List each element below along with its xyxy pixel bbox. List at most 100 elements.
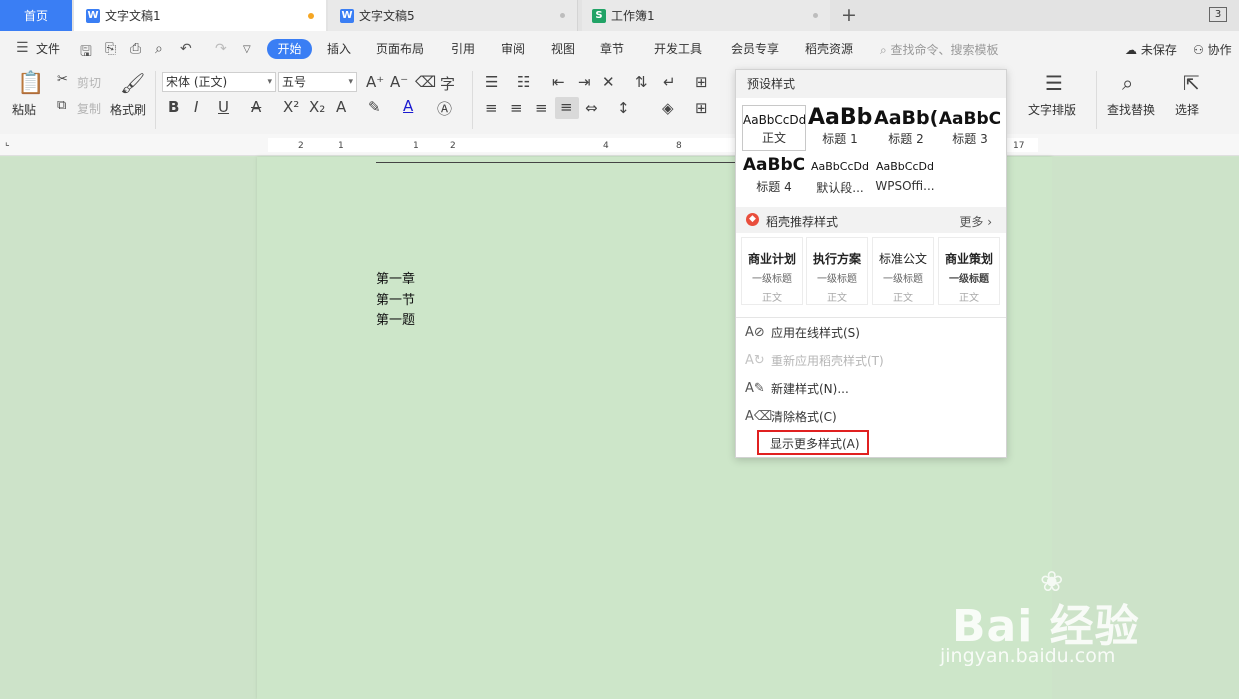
style-wpsoffice[interactable]: AaBbCcDd WPSOffi... [872, 154, 938, 200]
distributed-icon[interactable]: ⇔ [585, 99, 598, 117]
redo-icon[interactable]: ↷ [215, 41, 227, 57]
paste-icon[interactable]: 📋 [17, 71, 44, 96]
indent-icon[interactable]: ⇥ [578, 73, 591, 91]
export-icon[interactable]: ⎘ [105, 41, 116, 57]
tab-insert[interactable]: 插入 [327, 40, 351, 57]
numbered-list-icon[interactable]: ☷ [517, 73, 530, 91]
doc-line[interactable]: 第一题 [376, 309, 415, 328]
phonetic-icon[interactable]: 字 [440, 73, 455, 94]
command-search[interactable]: ⌕ 查找命令、搜索模板 [880, 41, 999, 58]
font-family-select[interactable]: 宋体 (正文) ▾ [162, 72, 276, 92]
text-effect-icon[interactable]: A [336, 98, 346, 116]
tab-docer-resources[interactable]: 稻壳资源 [805, 40, 853, 57]
format-painter-button[interactable]: 格式刷 [110, 101, 146, 118]
undo-icon[interactable]: ↶ [180, 41, 192, 57]
line-spacing-icon[interactable]: ↕ [617, 99, 630, 117]
rec-style-title: 商业策划 [944, 252, 993, 266]
table-border-icon[interactable]: ⊞ [695, 73, 708, 91]
align-justify-button[interactable]: ≡ [555, 97, 579, 119]
customize-chevron-icon[interactable]: ▽ [243, 44, 251, 55]
bold-icon[interactable]: B [168, 98, 179, 116]
format-painter-icon[interactable]: 🖌 [120, 71, 145, 95]
tab-developer[interactable]: 开发工具 [654, 40, 702, 57]
style-normal[interactable]: AaBbCcDd 正文 [742, 105, 806, 151]
print-preview-icon[interactable]: ⌕ [155, 41, 163, 57]
style-name: 标题 3 [952, 132, 988, 146]
select-button[interactable]: 选择 [1175, 101, 1199, 118]
align-center-icon[interactable]: ≡ [510, 99, 523, 117]
text-layout-icon[interactable]: ☰ [1045, 71, 1063, 95]
menu-file[interactable]: 文件 [36, 40, 60, 57]
style-default-paragraph[interactable]: AaBbCcDd 默认段... [808, 154, 872, 200]
borders-icon[interactable]: ⊞ [695, 99, 708, 117]
doc-line[interactable]: 第一章 [376, 268, 415, 287]
shading-icon[interactable]: ◈ [662, 99, 674, 117]
align-left-icon[interactable]: ≡ [485, 99, 498, 117]
style-heading-2[interactable]: AaBb( 标题 2 [874, 105, 938, 151]
tab-home[interactable]: 首页 [0, 0, 72, 31]
outdent-icon[interactable]: ⇤ [552, 73, 565, 91]
tab-sheet1[interactable]: S 工作簿1 [582, 0, 830, 31]
save-icon[interactable]: 🖫 [80, 41, 92, 65]
cut-button[interactable]: 剪切 [77, 74, 101, 91]
italic-icon[interactable]: I [194, 98, 198, 116]
tab-member[interactable]: 会员专享 [731, 40, 779, 57]
rec-style-business-planning[interactable]: 商业策划 一级标题 正文 [938, 237, 1000, 305]
rec-style-body: 正文 [959, 293, 979, 304]
new-style-item[interactable]: A✎ 新建样式(N)... [745, 377, 849, 399]
strikethrough-icon[interactable]: A [251, 98, 261, 116]
add-tab-button[interactable]: + [841, 4, 857, 26]
hamburger-icon[interactable]: ☰ [16, 40, 29, 56]
grow-font-icon[interactable]: A⁺ [366, 73, 384, 91]
cursor-icon[interactable]: ⇱ [1183, 71, 1200, 95]
rec-style-execution-plan[interactable]: 执行方案 一级标题 正文 [806, 237, 868, 305]
annotation-highlight-box [757, 430, 869, 455]
clear-format-item[interactable]: A⌫ 清除格式(C) [745, 405, 837, 427]
tab-stop-icon[interactable]: ⌞ [5, 137, 10, 148]
tab-view[interactable]: 视图 [551, 40, 575, 57]
rec-style-official-doc[interactable]: 标准公文 一级标题 正文 [872, 237, 934, 305]
text-layout-button[interactable]: 文字排版 [1028, 101, 1076, 118]
align-right-icon[interactable]: ≡ [535, 99, 548, 117]
ribbon-divider [155, 71, 156, 129]
style-heading-1[interactable]: AaBb 标题 1 [808, 105, 872, 151]
font-size-value: 五号 [282, 75, 307, 89]
tab-page-layout[interactable]: 页面布局 [376, 40, 424, 57]
save-status[interactable]: ☁ 未保存 [1125, 41, 1177, 58]
doc-line[interactable]: 第一节 [376, 289, 415, 308]
tab-review[interactable]: 审阅 [501, 40, 525, 57]
print-icon[interactable]: ⎙ [130, 41, 141, 57]
show-marks-icon[interactable]: ↵ [663, 73, 676, 91]
ruler[interactable]: ⌞ 2 1 1 2 4 8 17 [0, 134, 1239, 156]
char-border-icon[interactable]: Ⓐ [437, 98, 452, 119]
highlight-icon[interactable]: ✎ [368, 98, 381, 116]
copy-button[interactable]: 复制 [77, 100, 101, 117]
tab-doc5[interactable]: W 文字文稿5 [328, 0, 578, 31]
window-count-badge[interactable]: 3 [1209, 7, 1227, 22]
clear-format-icon[interactable]: ⌫ [415, 73, 436, 91]
style-heading-3[interactable]: AaBbC 标题 3 [938, 105, 1002, 151]
shrink-font-icon[interactable]: A⁻ [390, 73, 408, 91]
find-replace-button[interactable]: 查找替换 [1107, 101, 1155, 118]
apply-online-style-item[interactable]: A⊘ 应用在线样式(S) [745, 321, 860, 343]
canvas-background [0, 157, 257, 699]
collaborate-button[interactable]: ⚇ 协作 [1193, 41, 1232, 58]
font-size-select[interactable]: 五号 ▾ [278, 72, 357, 92]
find-replace-icon[interactable]: ⌕ [1122, 71, 1133, 95]
superscript-icon[interactable]: X² [283, 98, 299, 116]
bullet-list-icon[interactable]: ☰ [485, 73, 498, 91]
tab-chapter[interactable]: 章节 [600, 40, 624, 57]
more-styles-link[interactable]: 更多 › [959, 213, 992, 230]
tab-references[interactable]: 引用 [451, 40, 475, 57]
sort-icon[interactable]: ⇅ [635, 73, 648, 91]
subscript-icon[interactable]: X₂ [309, 98, 325, 116]
underline-icon[interactable]: U [218, 98, 229, 116]
paste-button[interactable]: 粘贴 [12, 101, 36, 118]
style-heading-4[interactable]: AaBbC 标题 4 [742, 154, 806, 200]
tab-doc1[interactable]: W 文字文稿1 [74, 0, 326, 31]
font-color-icon[interactable]: A [403, 97, 413, 115]
chinese-layout-icon[interactable]: ✕ [602, 73, 615, 91]
tab-start[interactable]: 开始 [267, 39, 312, 59]
tab-home-label: 首页 [23, 9, 48, 23]
rec-style-business-plan[interactable]: 商业计划 一级标题 正文 [741, 237, 803, 305]
